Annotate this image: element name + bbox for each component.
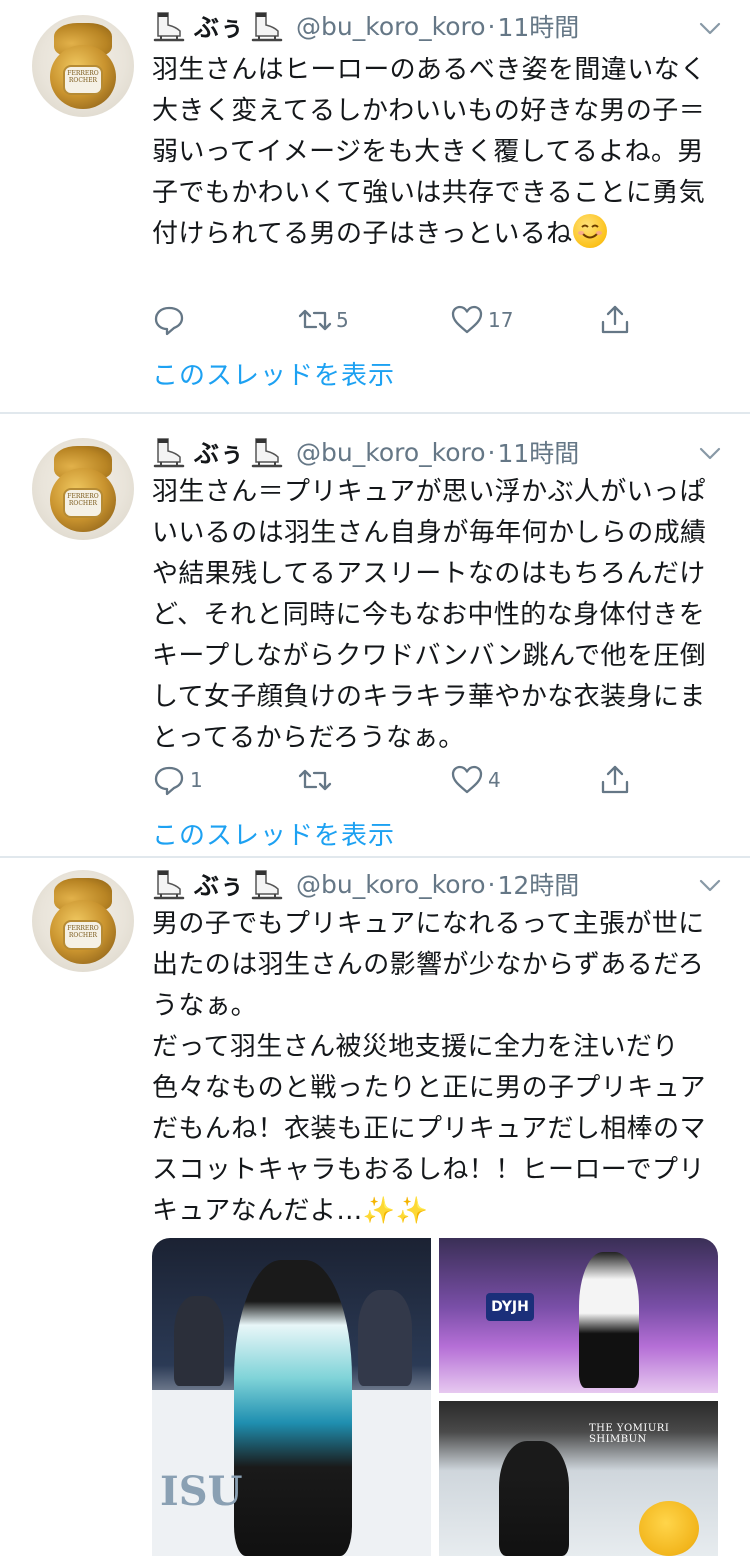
ice-skate-icon bbox=[153, 438, 185, 468]
skater-figure bbox=[579, 1252, 639, 1388]
display-name[interactable]: ぶぅ bbox=[194, 434, 244, 470]
ice-skate-icon bbox=[251, 870, 283, 900]
tweet-header: ぶぅ @bu_koro_koro · 11時間 bbox=[152, 6, 579, 46]
ice-skate-icon bbox=[251, 12, 283, 42]
separator-dot: · bbox=[487, 437, 496, 467]
user-handle[interactable]: @bu_koro_koro bbox=[296, 870, 486, 899]
chevron-down-icon[interactable] bbox=[698, 21, 722, 37]
chevron-down-icon[interactable] bbox=[698, 446, 722, 462]
show-thread-link[interactable]: このスレッドを表示 bbox=[152, 355, 395, 392]
tweet-text: 男の子でもプリキュアになれるって主張が世に出たのは羽生さんの影響が少なからずある… bbox=[152, 909, 706, 1226]
like-count: 17 bbox=[488, 308, 514, 332]
reply-button[interactable]: 1 bbox=[152, 760, 203, 800]
plush-mascot bbox=[639, 1501, 699, 1556]
media-photo-skater-bowing[interactable]: ISU bbox=[152, 1238, 431, 1556]
separator-dot: · bbox=[487, 869, 496, 899]
timestamp[interactable]: 11時間 bbox=[498, 8, 580, 44]
retweet-button[interactable] bbox=[298, 760, 336, 800]
tweet-1[interactable]: FERRERO ROCHER ぶぅ @bu_koro_koro · 11時間 羽… bbox=[0, 0, 750, 412]
timestamp[interactable]: 11時間 bbox=[498, 434, 580, 470]
tweet-text: 羽生さんはヒーローのあるべき姿を間違いなく大きく変えてるしかわいいもの好きな男の… bbox=[152, 50, 722, 255]
ice-skate-icon bbox=[153, 12, 185, 42]
avatar-label: FERRERO ROCHER bbox=[63, 920, 103, 950]
photo-watermark: THE YOMIURI SHIMBUN bbox=[589, 1423, 670, 1445]
like-button[interactable]: 17 bbox=[450, 300, 513, 340]
smiling-face-emoji bbox=[572, 214, 607, 248]
sponsor-banner: DYJH bbox=[486, 1293, 534, 1321]
tweet-actions: 5 17 bbox=[152, 300, 642, 340]
display-name[interactable]: ぶぅ bbox=[194, 8, 244, 44]
retweet-count: 5 bbox=[336, 308, 349, 332]
heart-icon bbox=[451, 765, 483, 794]
skater-figure bbox=[234, 1260, 352, 1556]
reply-count: 1 bbox=[190, 768, 203, 792]
show-thread-link[interactable]: このスレッドを表示 bbox=[152, 815, 395, 852]
like-button[interactable]: 4 bbox=[450, 760, 501, 800]
retweet-button[interactable]: 5 bbox=[298, 300, 349, 340]
share-button[interactable] bbox=[598, 300, 632, 340]
tweet-text: 羽生さん＝プリキュアが思い浮かぶ人がいっぱいいるのは羽生さん自身が毎年何かしらの… bbox=[152, 477, 707, 753]
tweet-actions: 1 4 bbox=[152, 760, 642, 800]
tweet-header: ぶぅ @bu_koro_koro · 12時間 bbox=[152, 864, 579, 904]
reply-icon bbox=[154, 306, 184, 336]
user-handle[interactable]: @bu_koro_koro bbox=[296, 12, 486, 41]
like-count: 4 bbox=[488, 768, 501, 792]
avatar-label: FERRERO ROCHER bbox=[63, 488, 103, 518]
display-name[interactable]: ぶぅ bbox=[194, 866, 244, 902]
ice-skate-icon bbox=[251, 438, 283, 468]
share-icon bbox=[601, 305, 629, 334]
media-photo-skater-spread[interactable]: DYJH bbox=[439, 1238, 718, 1393]
spectator bbox=[358, 1290, 412, 1386]
isu-logo-text: ISU bbox=[160, 1468, 243, 1515]
media-photo-skater-with-plush[interactable]: THE YOMIURI SHIMBUN bbox=[439, 1401, 718, 1556]
reply-icon bbox=[154, 766, 184, 796]
user-handle[interactable]: @bu_koro_koro bbox=[296, 438, 486, 467]
chevron-down-icon[interactable] bbox=[698, 878, 722, 894]
tweet-header: ぶぅ @bu_koro_koro · 11時間 bbox=[152, 432, 579, 472]
avatar[interactable]: FERRERO ROCHER bbox=[32, 870, 134, 972]
avatar[interactable]: FERRERO ROCHER bbox=[32, 15, 134, 117]
timestamp[interactable]: 12時間 bbox=[498, 866, 580, 902]
avatar-label: FERRERO ROCHER bbox=[63, 65, 103, 95]
avatar[interactable]: FERRERO ROCHER bbox=[32, 438, 134, 540]
share-button[interactable] bbox=[598, 760, 632, 800]
ice-skate-icon bbox=[153, 870, 185, 900]
spectator bbox=[174, 1296, 224, 1386]
reply-button[interactable] bbox=[152, 300, 190, 340]
tweet-media-grid[interactable]: ISU DYJH THE YOMIURI SHIMBUN bbox=[152, 1238, 718, 1556]
heart-icon bbox=[451, 305, 483, 334]
share-icon bbox=[601, 765, 629, 794]
retweet-icon bbox=[298, 769, 332, 791]
skater-figure bbox=[499, 1441, 569, 1556]
tweet-2[interactable]: FERRERO ROCHER ぶぅ @bu_koro_koro · 11時間 羽… bbox=[0, 414, 750, 856]
retweet-icon bbox=[298, 309, 332, 331]
separator-dot: · bbox=[487, 11, 496, 41]
tweet-text-content: 羽生さんはヒーローのあるべき姿を間違いなく大きく変えてるしかわいいもの好きな男の… bbox=[152, 55, 707, 249]
